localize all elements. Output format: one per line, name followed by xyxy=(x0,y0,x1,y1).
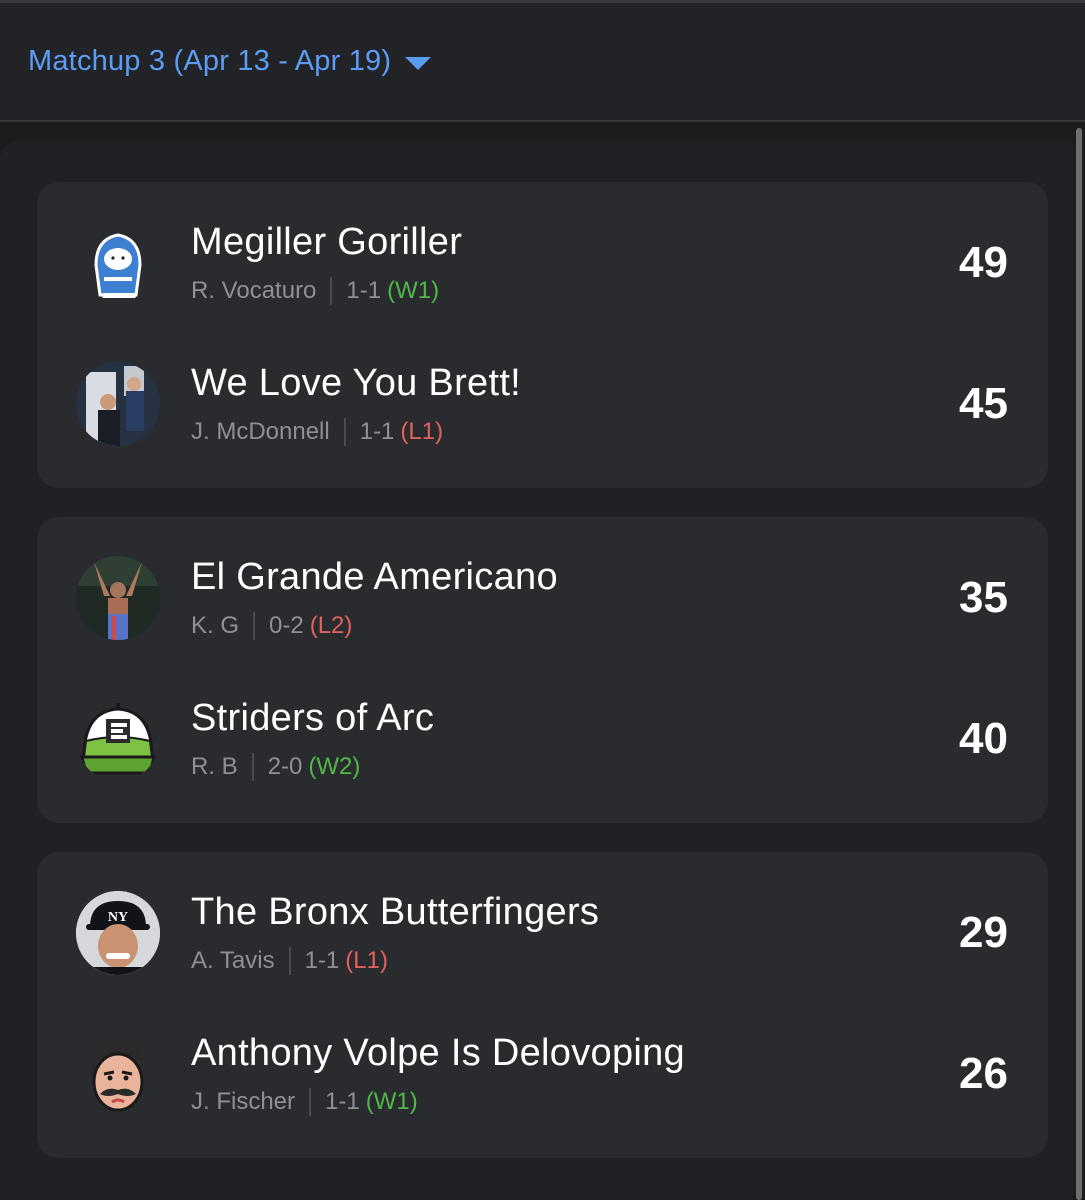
chevron-down-icon xyxy=(405,57,432,70)
divider xyxy=(330,277,333,305)
team-row[interactable]: We Love You Brett! J. McDonnell 1-1 (L1)… xyxy=(37,349,1048,469)
owner-name: J. Fischer xyxy=(191,1088,296,1115)
team-name[interactable]: We Love You Brett! xyxy=(191,362,521,405)
team-streak: (W1) xyxy=(365,1088,418,1115)
team-meta: J. Fischer 1-1 (W1) xyxy=(191,1088,418,1116)
matchup-card[interactable]: Megiller Goriller R. Vocaturo 1-1 (W1) 4… xyxy=(37,182,1048,488)
team-row[interactable]: Megiller Goriller R. Vocaturo 1-1 (W1) 4… xyxy=(37,208,1048,328)
team-score: 29 xyxy=(959,908,1008,957)
owner-name: R. Vocaturo xyxy=(191,277,317,304)
team-streak: (L2) xyxy=(309,612,353,639)
matchup-card[interactable]: NY The Bronx Butterfingers A. Tavis 1-1 … xyxy=(37,852,1048,1158)
team-score: 40 xyxy=(959,714,1008,763)
team-meta: R. B 2-0 (W2) xyxy=(191,753,360,781)
team-record: 1-1 xyxy=(359,418,395,445)
owner-name: R. B xyxy=(191,753,238,780)
team-name[interactable]: The Bronx Butterfingers xyxy=(191,891,599,934)
team-streak: (W1) xyxy=(387,277,440,304)
team-record: 1-1 xyxy=(325,1088,360,1115)
team-record: 1-1 xyxy=(304,947,340,974)
mustache-face-icon xyxy=(76,1032,160,1116)
team-streak: (L1) xyxy=(345,947,388,974)
team-meta: J. McDonnell 1-1 (L1) xyxy=(191,418,443,446)
team-score: 49 xyxy=(959,238,1008,287)
team-record: 1-1 xyxy=(346,277,382,304)
player-photo-avatar xyxy=(76,362,160,446)
team-row[interactable]: Anthony Volpe Is Delovoping J. Fischer 1… xyxy=(37,1019,1048,1139)
team-name[interactable]: El Grande Americano xyxy=(191,556,558,599)
team-score: 26 xyxy=(959,1049,1008,1098)
team-record: 0-2 xyxy=(269,612,304,639)
hooded-mascot-icon xyxy=(76,221,160,305)
divider xyxy=(253,612,256,640)
team-meta: R. Vocaturo 1-1 (W1) xyxy=(191,277,439,305)
team-meta: K. G 0-2 (L2) xyxy=(191,612,352,640)
wrestler-photo-avatar xyxy=(76,556,160,640)
team-name[interactable]: Megiller Goriller xyxy=(191,221,462,264)
team-row[interactable]: El Grande Americano K. G 0-2 (L2) 35 xyxy=(37,543,1048,663)
team-score: 45 xyxy=(959,379,1008,428)
divider xyxy=(251,753,254,781)
team-name[interactable]: Anthony Volpe Is Delovoping xyxy=(191,1032,685,1075)
divider xyxy=(309,1088,312,1116)
owner-name: A. Tavis xyxy=(191,947,275,974)
top-bar: Matchup 3 (Apr 13 - Apr 19) xyxy=(0,0,1085,122)
team-name[interactable]: Striders of Arc xyxy=(191,697,434,740)
team-streak: (W2) xyxy=(308,753,361,780)
team-streak: (L1) xyxy=(400,418,444,445)
team-score: 35 xyxy=(959,573,1008,622)
owner-name: J. McDonnell xyxy=(191,418,330,445)
owner-name: K. G xyxy=(191,612,240,639)
green-cap-icon xyxy=(76,697,160,781)
team-meta: A. Tavis 1-1 (L1) xyxy=(191,947,388,975)
matchup-selector-label: Matchup 3 (Apr 13 - Apr 19) xyxy=(28,45,392,77)
svg-text:NY: NY xyxy=(108,910,128,925)
scrollbar[interactable] xyxy=(1076,128,1082,1200)
matchup-selector[interactable]: Matchup 3 (Apr 13 - Apr 19) xyxy=(28,45,432,78)
yankees-player-avatar: NY xyxy=(76,891,160,975)
team-record: 2-0 xyxy=(267,753,303,780)
matchup-card[interactable]: El Grande Americano K. G 0-2 (L2) 35 Str… xyxy=(37,517,1048,823)
team-row[interactable]: Striders of Arc R. B 2-0 (W2) 40 xyxy=(37,684,1048,804)
divider xyxy=(343,418,346,446)
divider xyxy=(288,947,291,975)
team-row[interactable]: NY The Bronx Butterfingers A. Tavis 1-1 … xyxy=(37,878,1048,998)
